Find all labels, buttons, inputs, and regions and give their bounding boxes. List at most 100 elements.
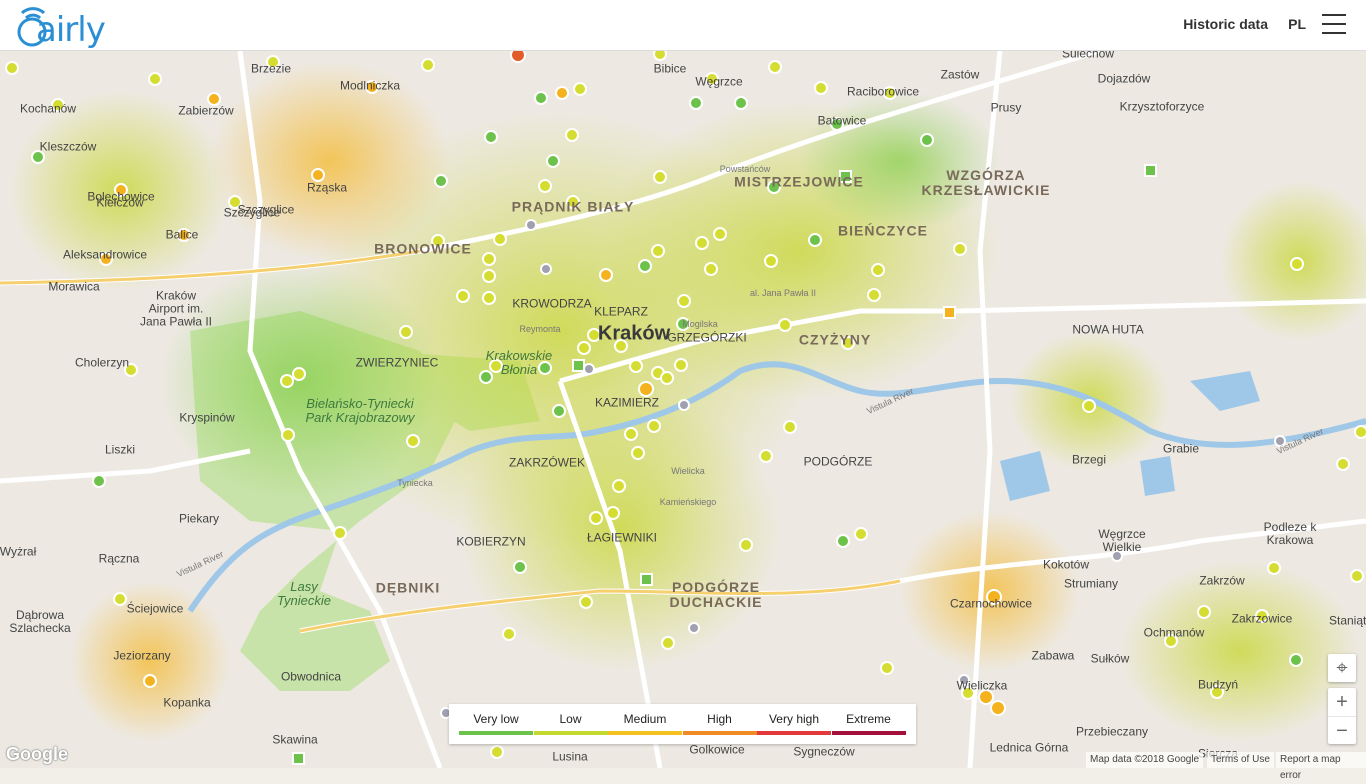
language-switch[interactable]: PL <box>1288 16 1306 32</box>
place-label: Skawina <box>272 732 318 747</box>
place-label: Ściejowice <box>126 601 184 616</box>
place-label: Balice <box>165 227 199 242</box>
place-label: Sułków <box>1090 651 1130 666</box>
legend-label: Low <box>559 712 582 726</box>
place-label: Kryspinów <box>179 410 235 425</box>
legend-color-bar <box>533 731 608 735</box>
district-label: CZYŻYNY <box>798 331 872 348</box>
place-label: Obwodnica <box>280 669 342 684</box>
place-label: Węgrzce Wielkie <box>1098 527 1146 554</box>
district-label: PRĄDNIK BIAŁY <box>511 198 635 215</box>
street-label: al. Jana Pawła II <box>749 288 817 298</box>
place-label: Kraków Airport im. Jana Pawła II <box>139 288 213 329</box>
place-label: Zabierzów <box>178 103 234 118</box>
place-label: Jeziorzany <box>113 648 171 663</box>
place-label: Raciborowice <box>846 84 920 99</box>
district-label: WZGÓRZA KRZESŁAWICKIE <box>921 167 1051 198</box>
legend-color-bar <box>831 731 906 735</box>
place-label: Strumiany <box>1063 576 1119 591</box>
locate-button[interactable]: ⌖ <box>1328 654 1356 682</box>
place-label: Kochanów <box>19 101 77 116</box>
legend-label: Very high <box>768 712 820 726</box>
place-label: Zakrzów <box>1199 573 1245 588</box>
zoom-control: + − <box>1328 688 1356 744</box>
place-label: Bibice <box>653 61 687 76</box>
place-label: Sygneczów <box>793 744 855 759</box>
district-label: BIEŃCZYCE <box>838 222 928 239</box>
place-label: Batowice <box>817 113 867 128</box>
place-label: Rząska <box>306 180 348 195</box>
place-label: Morawica <box>48 279 100 294</box>
report-map-error-link[interactable]: Report a map error <box>1276 752 1366 781</box>
top-bar: airly Historic data PL <box>0 0 1366 51</box>
place-label: Wieliczka <box>956 678 1008 693</box>
map-canvas[interactable]: Kraków Brzezie Zabierzów Kleszczów Bolechow… <box>0 51 1366 768</box>
park-label: Krakowskie Błonia <box>485 348 553 377</box>
google-logo[interactable]: Google <box>6 744 68 765</box>
place-label: Rączna <box>98 551 140 566</box>
street-label: Tyniecka <box>397 478 433 488</box>
place-label: Zabawa <box>1031 648 1075 663</box>
place-label: KROWODRZA <box>512 296 592 311</box>
place-label: Lednica Górna <box>989 740 1069 755</box>
zoom-in-button[interactable]: + <box>1328 688 1356 716</box>
place-label: Piekary <box>178 511 220 526</box>
park-label: Lasy Tynieckie <box>277 579 331 608</box>
terms-of-use-link[interactable]: Terms of Use <box>1207 752 1274 768</box>
street-label: Powstańców <box>719 164 771 174</box>
place-label: KOBIERZYN <box>456 534 526 549</box>
place-label: Wyżrał <box>0 544 37 559</box>
hamburger-menu-icon[interactable] <box>1322 14 1346 34</box>
place-label: Czarnochowice <box>949 596 1033 611</box>
legend-label: Very low <box>473 712 519 726</box>
place-label: Dojazdów <box>1097 71 1151 86</box>
place-label: ŁAGIEWNIKI <box>586 530 658 545</box>
place-label: Aleksandrowice <box>62 247 148 262</box>
legend-color-bar <box>459 731 533 735</box>
place-label: Sulechów <box>1061 51 1115 61</box>
place-label: Krzysztoforzyce <box>1119 99 1205 114</box>
place-label: Kopanka <box>163 695 211 710</box>
park-label: Bielańsko-Tyniecki Park Krajobrazowy <box>305 396 415 425</box>
place-label: Zastów <box>940 67 980 82</box>
district-label: DĘBNIKI <box>375 579 441 596</box>
place-label: Podleze k Krakowa <box>1263 520 1317 547</box>
city-label: Kraków <box>597 322 671 345</box>
place-label: Kleszczów <box>39 139 97 154</box>
legend-color-bar <box>682 731 757 735</box>
place-label: Grabie <box>1162 441 1200 456</box>
place-label: KLEPARZ <box>594 304 648 319</box>
street-label: Kamieńskiego <box>659 497 717 507</box>
locate-icon[interactable]: ⌖ <box>1328 654 1356 682</box>
place-label: Brzegi <box>1071 452 1107 467</box>
street-label: Mogilska <box>682 319 718 329</box>
air-quality-legend: Very low Low Medium High Very high Extreme <box>449 704 916 744</box>
district-label: BRONOWICE <box>374 240 472 257</box>
place-label: Dąbrowa Szlachecka <box>9 608 71 635</box>
district-label: MISTRZEJOWICE <box>734 173 864 190</box>
place-label: Kiełczów <box>96 195 144 210</box>
district-label: PODGÓRZE DUCHACKIE <box>669 579 763 610</box>
zoom-out-button[interactable]: − <box>1328 716 1356 745</box>
place-label: Golkowice <box>689 742 745 757</box>
place-label: Szczyglice <box>223 205 281 220</box>
airly-logo[interactable]: airly <box>12 4 106 50</box>
place-label: Staniątki <box>1328 613 1366 628</box>
place-label: Przebieczany <box>1075 724 1149 739</box>
map-base <box>0 51 1366 768</box>
historic-data-link[interactable]: Historic data <box>1183 16 1268 32</box>
place-label: Modlniczka <box>339 78 401 93</box>
place-label: ZAKRZÓWEK <box>508 455 586 470</box>
place-label: Zakrzowice <box>1231 611 1293 626</box>
place-label: Liszki <box>104 442 136 457</box>
place-label: ZWIERZYNIEC <box>355 355 439 370</box>
legend-label: Extreme <box>846 712 891 726</box>
place-label: Cholerzyn <box>74 355 130 370</box>
place-label: KAZIMIERZ <box>594 395 660 410</box>
place-label: Lusina <box>552 749 588 764</box>
street-label: Wielicka <box>671 466 705 476</box>
place-label: Brzezie <box>250 61 292 76</box>
logo-text: airly <box>36 10 106 50</box>
place-label: PODGÓRZE <box>803 454 873 469</box>
legend-label: High <box>707 712 732 726</box>
